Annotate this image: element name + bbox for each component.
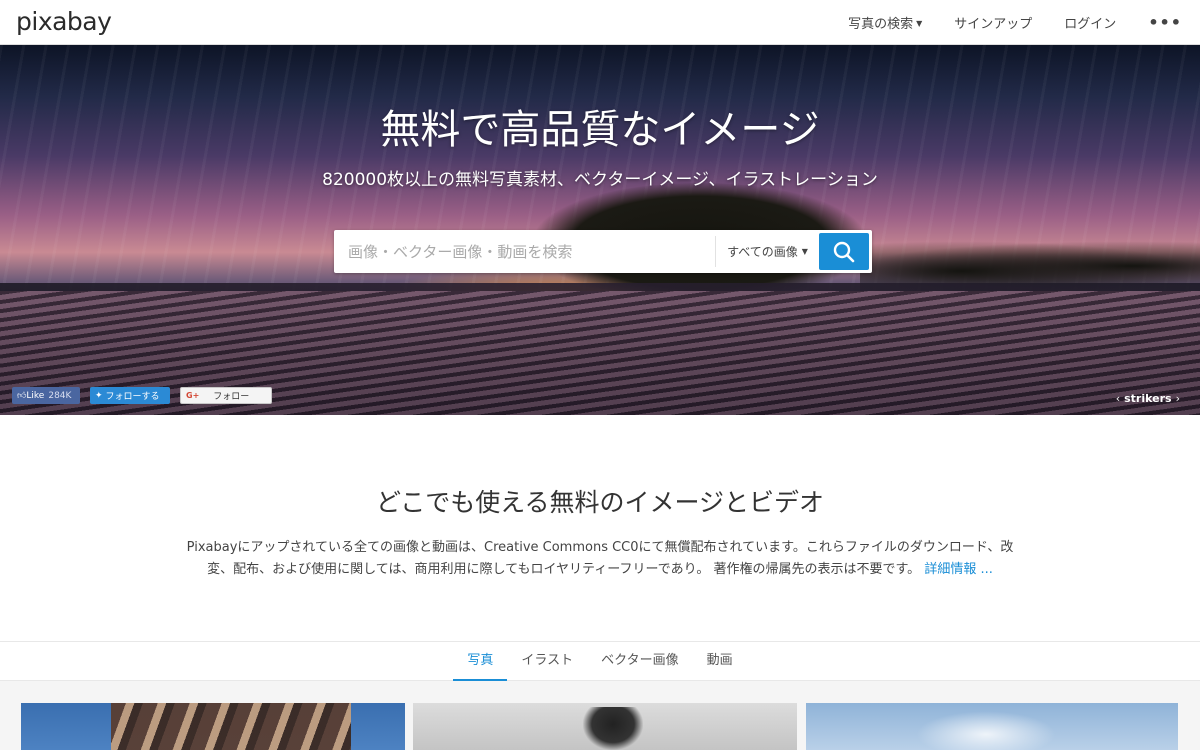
search-type-dropdown[interactable]: すべての画像 ▼ (715, 236, 819, 267)
intro-body: Pixabayにアップされている全ての画像と動画は、Creative Commo… (186, 540, 1014, 577)
tab-photos[interactable]: 写真 (453, 642, 508, 681)
google-plus-follow-button[interactable]: G+ フォロー (180, 387, 272, 404)
twitter-bird-icon: ✦ (95, 390, 103, 401)
hero-banner: 無料で高品質なイメージ 820000枚以上の無料写真素材、ベクターイメージ、イラ… (0, 45, 1200, 415)
more-menu-icon[interactable]: ••• (1132, 13, 1188, 32)
search-icon (833, 241, 855, 262)
hero-horizon (0, 283, 1200, 291)
facebook-like-count: 284K (48, 390, 72, 401)
gallery-thumbnail[interactable] (413, 703, 797, 750)
search-button[interactable] (819, 233, 869, 270)
prev-arrow-icon[interactable]: ‹ (1112, 392, 1124, 405)
google-plus-follow-label: フォロー (213, 392, 250, 402)
thumbs-up-icon: 👍︎ (17, 390, 27, 401)
next-arrow-icon[interactable]: › (1172, 392, 1184, 405)
search-type-label: すべての画像 (727, 245, 798, 259)
caret-down-icon: ▼ (916, 18, 923, 28)
tab-videos[interactable]: 動画 (693, 642, 747, 681)
media-type-tabs: 写真 イラスト ベクター画像 動画 (0, 641, 1200, 681)
top-nav: 写真の検索 ▼ サインアップ ログイン ••• (832, 0, 1188, 44)
hero-search-bar: すべての画像▼ (334, 230, 872, 273)
gallery-thumbnail[interactable] (21, 703, 405, 750)
social-buttons: 👍︎ Like 284K ✦ フォローする G+ フォロー (12, 387, 272, 404)
image-gallery (0, 681, 1200, 750)
intro-text: Pixabayにアップされている全ての画像と動画は、Creative Commo… (180, 537, 1020, 581)
search-input[interactable] (334, 230, 715, 273)
caret-down-icon: ▼ (801, 247, 808, 256)
gallery-thumbnail[interactable] (806, 703, 1178, 750)
twitter-follow-label: フォローする (105, 392, 160, 402)
tab-vectors[interactable]: ベクター画像 (587, 642, 692, 681)
nav-search-photos-label: 写真の検索 (848, 16, 914, 32)
hero-title: 無料で高品質なイメージ (380, 107, 820, 153)
pixabay-logo[interactable]: pixabay (16, 7, 112, 36)
facebook-like-button[interactable]: 👍︎ Like 284K (12, 387, 80, 404)
twitter-follow-button[interactable]: ✦ フォローする (90, 387, 170, 404)
google-plus-icon: G+ (186, 391, 200, 400)
facebook-like-label: Like (26, 390, 45, 401)
nav-signup[interactable]: サインアップ (938, 13, 1048, 32)
photo-credit: ‹ strikers › (1112, 392, 1184, 405)
hero-subtitle: 820000枚以上の無料写真素材、ベクターイメージ、イラストレーション (322, 170, 878, 190)
tab-illustrations[interactable]: イラスト (507, 642, 587, 681)
nav-search-photos[interactable]: 写真の検索 ▼ (832, 13, 938, 32)
nav-login[interactable]: ログイン (1048, 13, 1132, 32)
more-info-link[interactable]: 詳細情報 ... (924, 562, 993, 577)
intro-title: どこでも使える無料のイメージとビデオ (375, 488, 824, 517)
photo-author-link[interactable]: strikers (1124, 392, 1171, 405)
top-header: pixabay 写真の検索 ▼ サインアップ ログイン ••• (0, 0, 1200, 45)
